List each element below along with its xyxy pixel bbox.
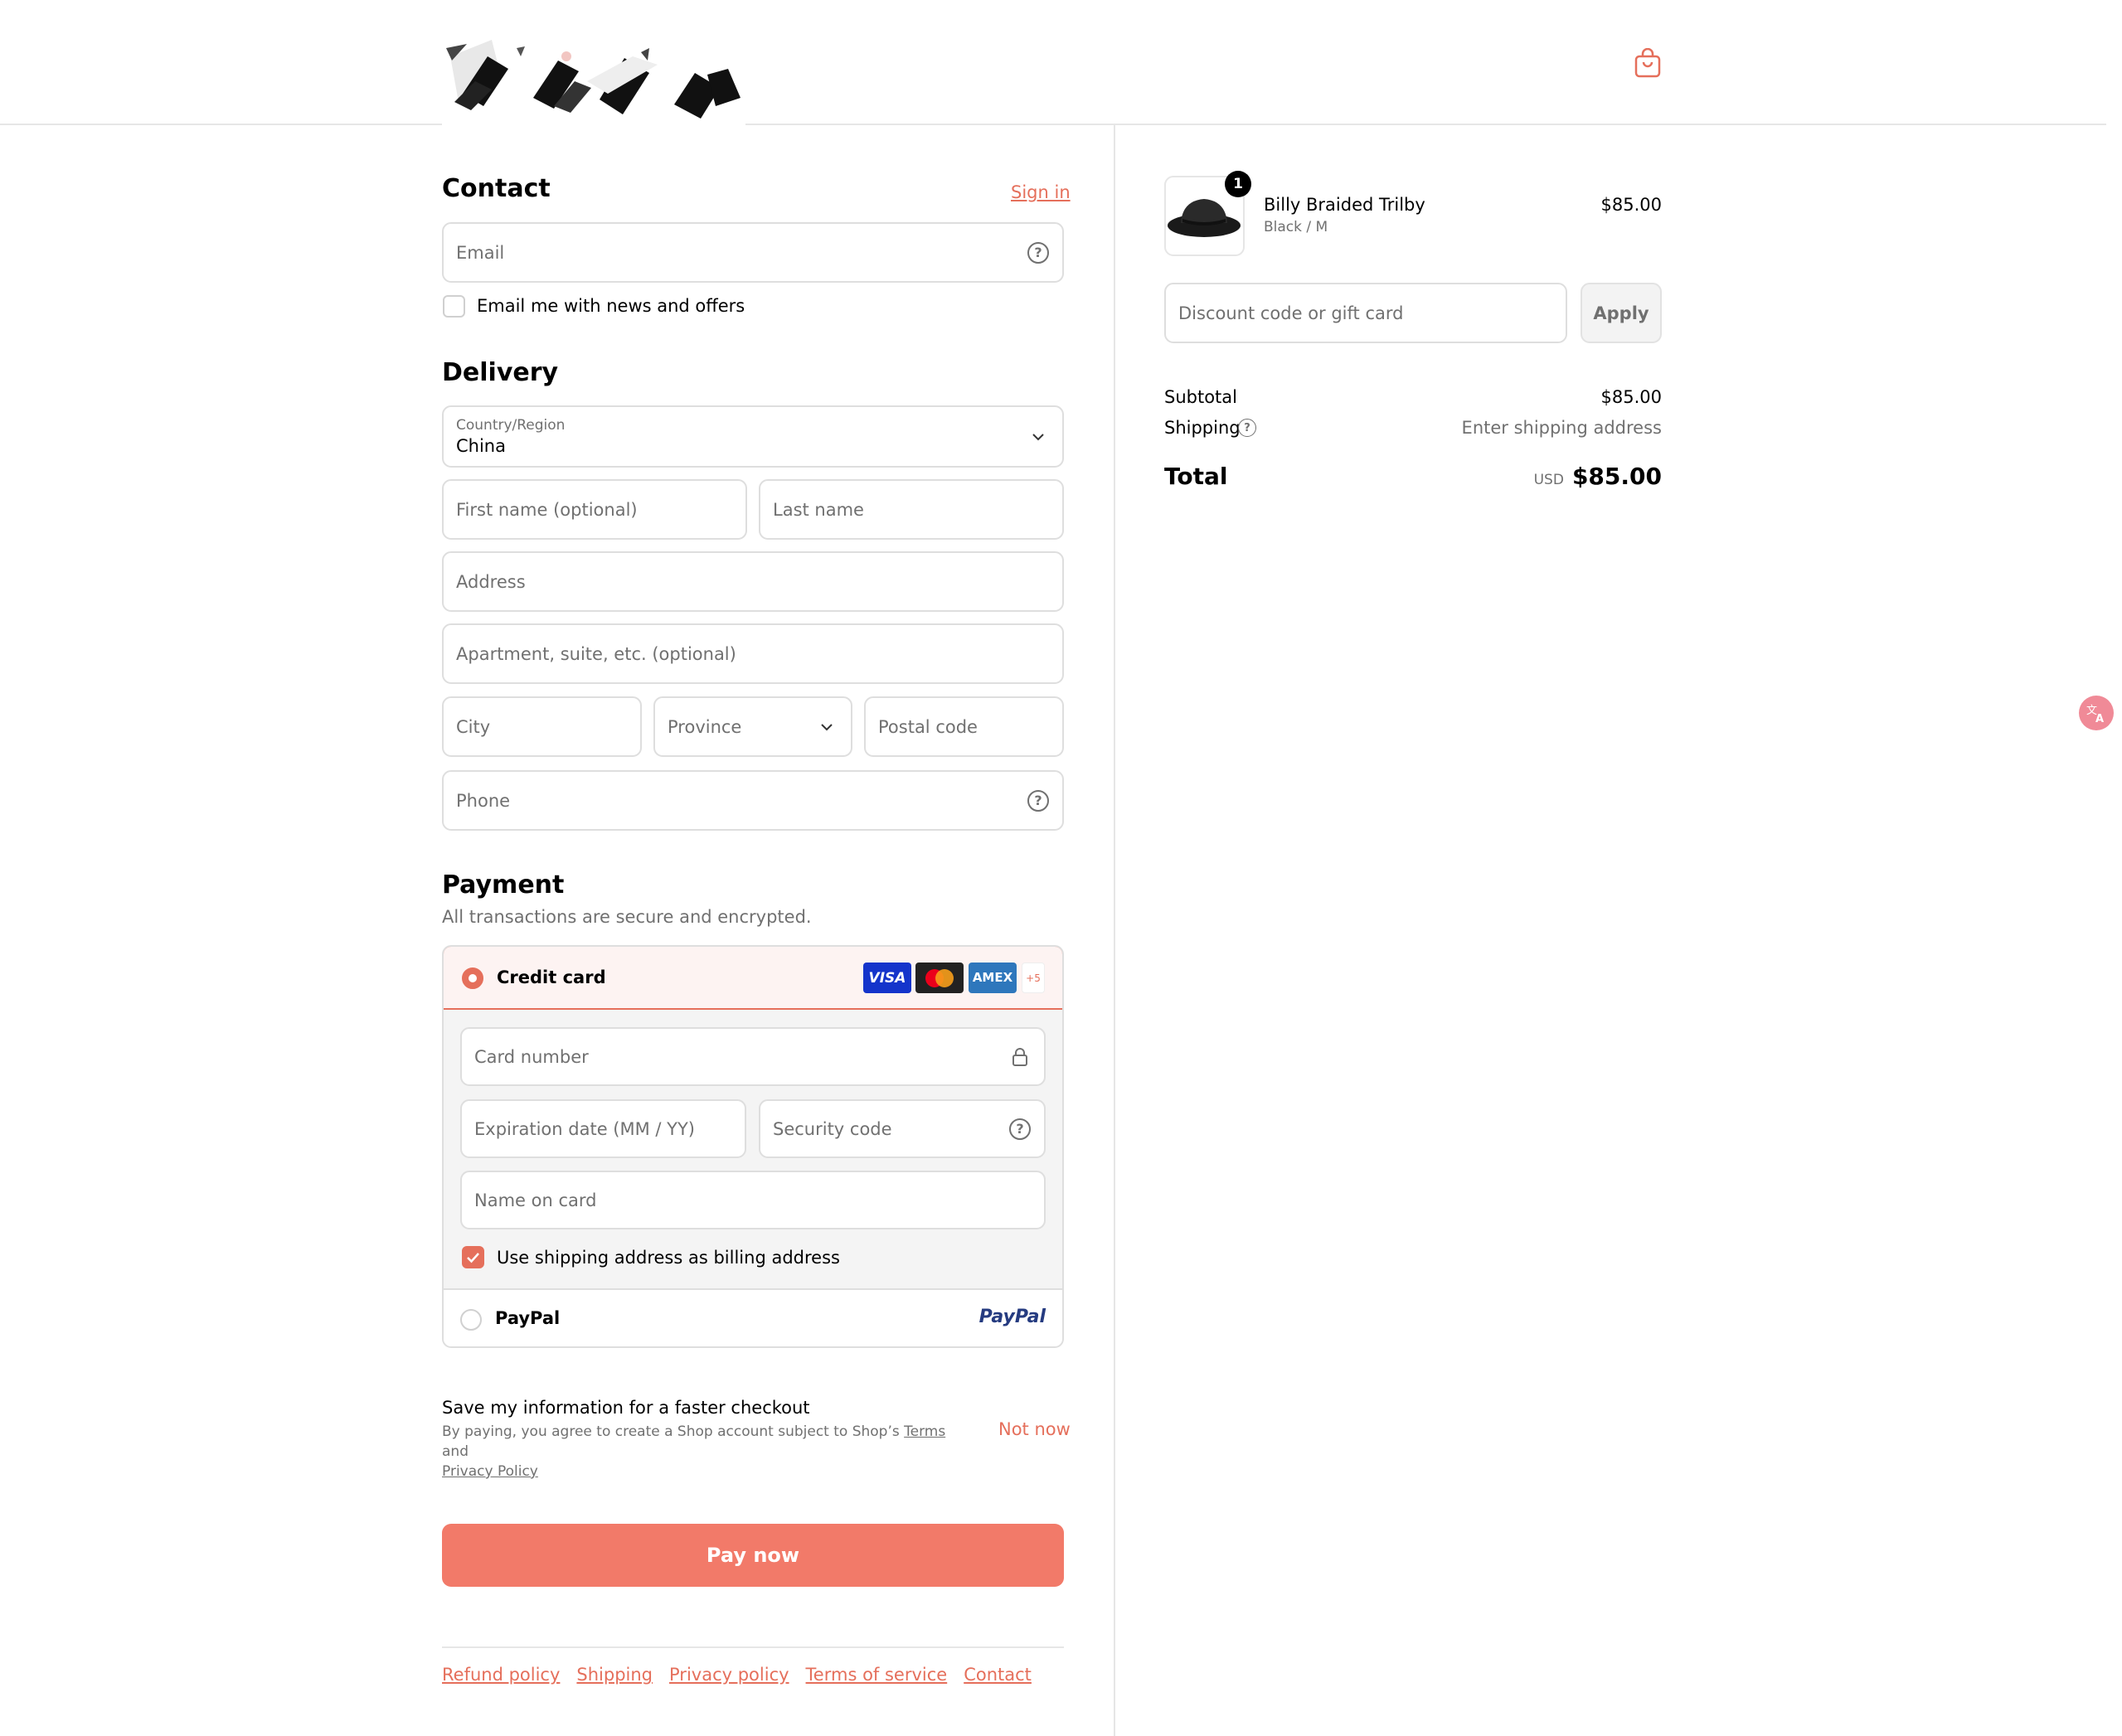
discount-placeholder: Discount code or gift card (1178, 303, 1404, 323)
terms-of-service-link[interactable]: Terms of service (806, 1665, 948, 1685)
privacy-policy-link[interactable]: Privacy Policy (442, 1463, 538, 1480)
save-info-and: and (442, 1443, 469, 1460)
product-price: $85.00 (1600, 195, 1662, 215)
chevron-down-icon (1032, 433, 1044, 440)
lock-icon (1012, 1047, 1027, 1066)
payment-subtitle: All transactions are secure and encrypte… (442, 907, 812, 927)
billing-same-label: Use shipping address as billing address (497, 1248, 840, 1268)
brand-logo[interactable] (442, 23, 745, 128)
save-info-title: Save my information for a faster checkou… (442, 1398, 810, 1418)
credit-card-radio[interactable] (462, 967, 483, 989)
province-select[interactable]: Province (653, 696, 852, 757)
product-name: Billy Braided Trilby (1264, 195, 1425, 215)
apartment-placeholder: Apartment, suite, etc. (optional) (456, 643, 736, 664)
contact-heading: Contact (442, 174, 551, 203)
delivery-heading: Delivery (442, 358, 559, 387)
translate-icon[interactable]: 文 A (2079, 696, 2114, 730)
pay-now-button[interactable]: Pay now (442, 1524, 1064, 1587)
email-news-label: Email me with news and offers (477, 296, 745, 316)
phone-placeholder: Phone (456, 790, 511, 811)
country-label: Country/Region (456, 417, 566, 434)
country-select[interactable]: Country/Region China (442, 405, 1064, 468)
footer-divider (442, 1646, 1064, 1648)
help-icon[interactable]: ? (1027, 789, 1049, 812)
last-name-field[interactable]: Last name (759, 479, 1064, 540)
billing-same-checkbox[interactable] (462, 1246, 484, 1268)
security-code-field[interactable]: Security code ? (759, 1099, 1046, 1158)
chevron-down-icon (821, 723, 833, 730)
save-info-prefix: By paying, you agree to create a Shop ac… (442, 1423, 905, 1440)
first-name-field[interactable]: First name (optional) (442, 479, 747, 540)
last-name-placeholder: Last name (773, 499, 864, 520)
shipping-label: Shipping (1164, 418, 1241, 438)
shopping-bag-icon[interactable] (1634, 47, 1662, 78)
footer-links: Refund policy Shipping Privacy policy Te… (442, 1665, 1032, 1685)
paypal-radio[interactable] (460, 1309, 482, 1331)
subtotal-label: Subtotal (1164, 387, 1237, 407)
name-on-card-field[interactable]: Name on card (460, 1171, 1046, 1229)
discount-code-field[interactable]: Discount code or gift card (1164, 283, 1567, 343)
help-icon[interactable]: ? (1009, 1118, 1031, 1140)
paypal-option[interactable]: PayPal PayPal (444, 1288, 1062, 1346)
postal-code-field[interactable]: Postal code (864, 696, 1064, 757)
email-field[interactable]: Email ? (442, 222, 1064, 283)
terms-link[interactable]: Terms (904, 1423, 945, 1440)
apartment-field[interactable]: Apartment, suite, etc. (optional) (442, 623, 1064, 684)
credit-card-label: Credit card (497, 967, 606, 987)
currency-code: USD (1533, 472, 1564, 488)
city-placeholder: City (456, 716, 491, 737)
expiration-placeholder: Expiration date (MM / YY) (474, 1118, 695, 1139)
summary-divider (1114, 125, 1115, 1736)
total-label: Total (1164, 463, 1228, 490)
card-number-placeholder: Card number (474, 1046, 589, 1067)
first-name-placeholder: First name (optional) (456, 499, 638, 520)
phone-field[interactable]: Phone ? (442, 770, 1064, 831)
apply-button[interactable]: Apply (1581, 283, 1662, 343)
privacy-policy-footer-link[interactable]: Privacy policy (669, 1665, 789, 1685)
header (0, 0, 2106, 128)
card-number-field[interactable]: Card number (460, 1027, 1046, 1086)
product-variant: Black / M (1264, 219, 1328, 235)
payment-heading: Payment (442, 870, 565, 900)
contact-link[interactable]: Contact (964, 1665, 1032, 1685)
total-amount: USD $85.00 (1534, 463, 1662, 490)
svg-text:A: A (2095, 713, 2104, 725)
check-icon (467, 1253, 479, 1263)
name-on-card-placeholder: Name on card (474, 1190, 597, 1210)
province-placeholder: Province (668, 716, 742, 737)
visa-icon: VISA (863, 963, 911, 993)
email-news-checkbox[interactable] (443, 295, 465, 318)
shipping-value: Enter shipping address (1461, 418, 1662, 438)
security-code-placeholder: Security code (773, 1118, 892, 1139)
subtotal-value: $85.00 (1600, 387, 1662, 407)
address-placeholder: Address (456, 571, 526, 592)
sign-in-link[interactable]: Sign in (1011, 182, 1071, 202)
mastercard-icon (915, 963, 964, 993)
paypal-logo: PayPal (978, 1307, 1046, 1327)
city-field[interactable]: City (442, 696, 642, 757)
country-value: China (456, 436, 506, 456)
expiration-field[interactable]: Expiration date (MM / YY) (460, 1099, 746, 1158)
refund-policy-link[interactable]: Refund policy (442, 1665, 560, 1685)
shipping-link[interactable]: Shipping (576, 1665, 653, 1685)
postal-code-placeholder: Postal code (878, 716, 978, 737)
paypal-label: PayPal (495, 1308, 561, 1328)
not-now-button[interactable]: Not now (998, 1419, 1071, 1439)
help-icon[interactable]: ? (1027, 241, 1049, 264)
more-brands-badge: +5 (1022, 963, 1045, 993)
payment-methods: Credit card Card number Expiration date … (442, 945, 1064, 1348)
help-icon[interactable]: ? (1238, 419, 1256, 437)
save-info-text: By paying, you agree to create a Shop ac… (442, 1422, 964, 1481)
amex-icon: AMEX (969, 963, 1017, 993)
quantity-badge: 1 (1225, 171, 1251, 197)
total-value: $85.00 (1571, 463, 1662, 490)
address-field[interactable]: Address (442, 551, 1064, 612)
email-placeholder: Email (456, 242, 505, 263)
